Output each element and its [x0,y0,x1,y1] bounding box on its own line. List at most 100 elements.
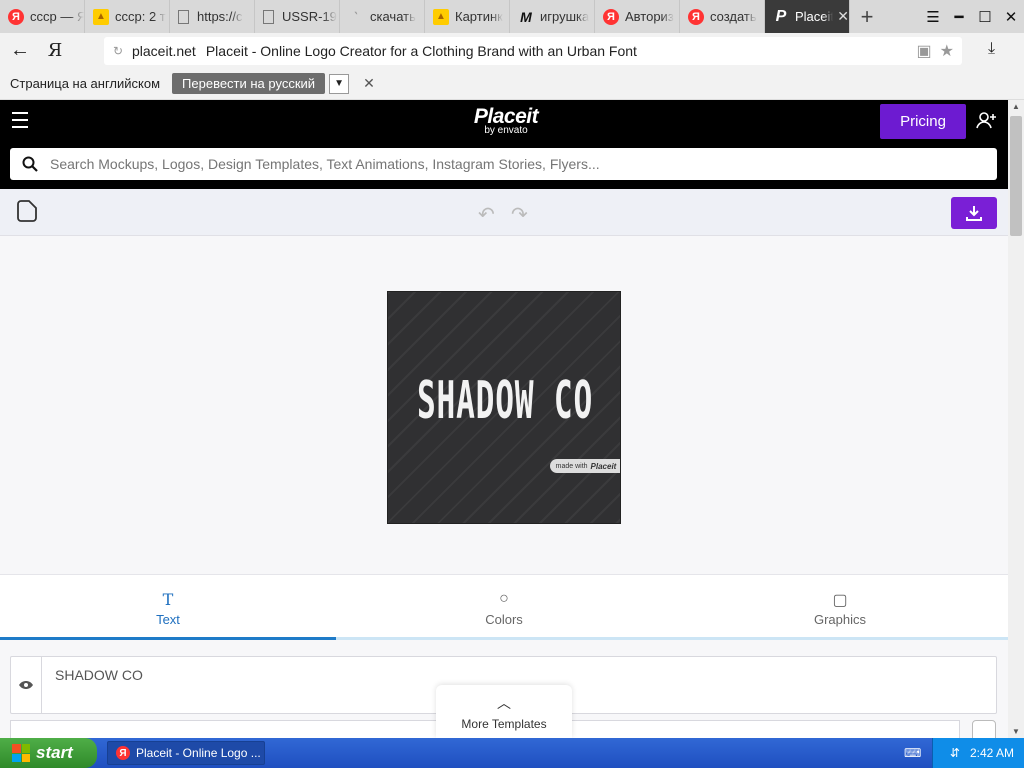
page-scrollbar[interactable]: ▲ ▼ [1008,100,1024,738]
scrollbar-thumb[interactable] [1010,116,1022,236]
tab-graphics[interactable]: ▢ Graphics [672,575,1008,641]
search-input[interactable] [50,156,950,172]
tab-label: USSR-19 [282,9,337,24]
tab-label: https://c [197,9,243,24]
page-icon[interactable] [17,200,37,222]
address-bar-row: ← Я ↻ placeit.net Placeit - Online Logo … [0,33,1024,68]
bookmark-star-icon[interactable]: ★ [940,41,954,61]
user-account-icon[interactable] [976,111,998,134]
translate-button[interactable]: Перевести на русский [172,73,326,94]
close-icon[interactable]: ✕ [363,75,375,92]
yandex-icon: Я [8,8,24,25]
yandex-icon: Я [603,8,619,25]
hamburger-menu-icon[interactable] [12,112,28,128]
tab-label: Graphics [813,611,867,627]
back-icon[interactable]: ← [0,39,40,62]
taskbar-window-item[interactable]: Я Placeit - Online Logo ... [107,741,265,765]
watermark-brand: Placeit [590,461,617,471]
more-templates-label: More Templates [461,716,547,731]
download-icon [966,206,982,221]
browser-tab[interactable]: Я создать [680,0,765,33]
browser-tab[interactable]: ‵ скачать [340,0,425,33]
tab-label: ссср: 2 т [115,9,166,24]
chevron-up-icon: ︿ [497,694,511,711]
search-section [0,143,1008,189]
browser-tab[interactable]: https://c [170,0,255,33]
m-logo-icon: M [520,8,532,25]
yandex-icon: Я [116,746,130,760]
url-page-title: Placeit - Online Logo Creator for a Clot… [205,43,637,59]
tab-label: Text [156,611,180,627]
browser-tab[interactable]: ▲ ссср: 2 т [85,0,170,33]
search-box [10,148,997,180]
translate-bar: Страница на английском Перевести на русс… [0,68,1024,100]
keyboard-icon[interactable]: ⌨ [904,746,921,760]
placeit-logo[interactable]: Placeit by envato [466,105,546,136]
undo-icon[interactable]: ↶ [478,202,495,227]
url-domain: placeit.net [132,43,196,59]
browser-tab[interactable]: M игрушка [510,0,595,33]
editor-toolbar: ↶ ↷ [0,189,1008,236]
new-tab-button[interactable]: + [850,0,884,33]
address-bar[interactable]: ↻ placeit.net Placeit - Online Logo Crea… [104,37,962,65]
text-tool-icon: T [162,589,174,609]
document-icon [178,9,189,24]
windows-logo-icon [12,744,30,762]
site-header: Placeit by envato Pricing [0,100,1008,143]
maximize-icon[interactable]: ☐ [972,0,998,33]
tab-label: игрушка [540,9,590,24]
redo-icon[interactable]: ↷ [511,202,528,227]
graphics-icon: ▢ [832,591,848,609]
tab-label: ссср — Я [30,9,84,24]
clock: 2:42 AM [969,746,1014,760]
search-icon[interactable] [10,156,50,172]
menu-icon[interactable]: ☰ [920,0,946,33]
windows-taskbar: start Я Placeit - Online Logo ... ⌨ ⇵ 2:… [0,738,1024,768]
page-viewport: Placeit by envato Pricing ↶ ↷ SHADOW CO … [0,100,1008,738]
taskbar-window-label: Placeit - Online Logo ... [136,746,261,760]
browser-tab-strip: Я ссср — Я ▲ ссср: 2 т https://c USSR-19… [0,0,1024,33]
logo-preview-canvas[interactable]: SHADOW CO made with Placeit [387,291,621,524]
tab-label: Placeit [795,9,834,24]
translate-message: Страница на английском [10,76,161,91]
reload-icon[interactable]: ↻ [104,44,132,58]
tab-colors[interactable]: ○ Colors [336,575,672,641]
browser-tab[interactable]: ▲ Картинк [425,0,510,33]
start-button[interactable]: start [0,738,97,768]
colors-icon: ○ [499,589,509,607]
window-controls: ☰ ━ ☐ ✕ [920,0,1024,33]
browser-tab[interactable]: USSR-19 [255,0,340,33]
pricing-button[interactable]: Pricing [880,104,966,139]
minimize-icon[interactable]: ━ [946,0,972,33]
image-icon: ▲ [93,8,109,25]
tab-underline [0,637,1008,640]
close-window-icon[interactable]: ✕ [998,0,1024,33]
logo-text: SHADOW CO [416,371,594,431]
editor-tabs: T Text ○ Colors ▢ Graphics [0,574,1008,640]
network-icon[interactable]: ⇵ [950,746,960,760]
browser-tab[interactable]: Я Авториз [595,0,680,33]
tab-text[interactable]: T Text [0,575,336,641]
scroll-down-icon[interactable]: ▼ [1012,727,1020,736]
reader-mode-icon[interactable]: ▣ [917,41,932,61]
yandex-home-button[interactable]: Я [40,40,70,61]
loading-icon: ‵ [354,11,358,23]
yandex-icon: Я [688,8,704,25]
start-label: start [36,743,73,762]
watermark-prefix: made with [555,462,588,470]
visibility-eye-icon[interactable] [11,657,42,713]
document-icon [263,9,274,24]
scroll-up-icon[interactable]: ▲ [1012,102,1020,111]
tab-label: Colors [485,611,523,627]
browser-tab[interactable]: Я ссср — Я [0,0,85,33]
downloads-icon[interactable]: ⤓ [988,40,995,58]
tab-label: скачать [370,9,416,24]
text-layer-input[interactable]: SHADOW CO [55,667,143,683]
close-tab-icon[interactable]: ✕ [837,8,849,25]
download-button[interactable] [951,197,997,229]
tab-label: Авториз [625,9,674,24]
chevron-down-icon[interactable]: ▼ [329,73,350,94]
browser-tab-active[interactable]: P Placeit ✕ [765,0,850,33]
add-layer-checkbox[interactable] [972,720,996,738]
more-templates-button[interactable]: ︿ More Templates [436,685,572,738]
